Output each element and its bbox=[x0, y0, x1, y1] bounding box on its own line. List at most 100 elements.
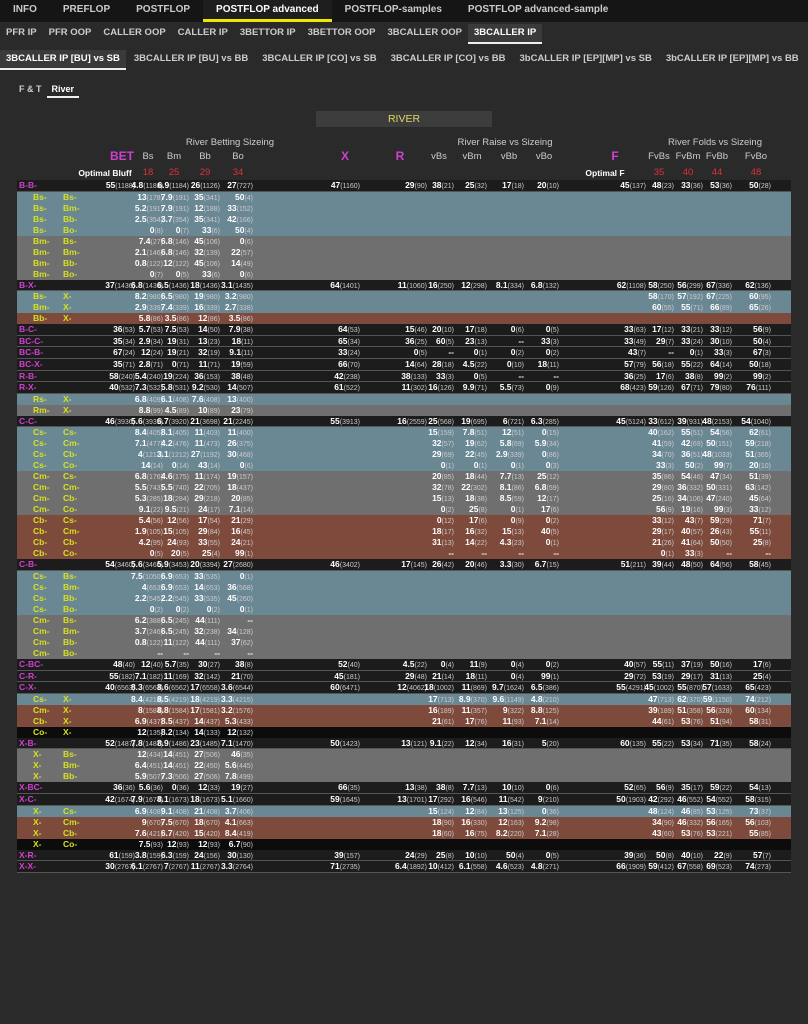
stat-cell: 48(2153) bbox=[702, 415, 732, 426]
hand-class: X- bbox=[63, 704, 72, 715]
table-row: C-R- 55(182) 7.1(182) 11(169) 32(142) 21(70) 4… bbox=[17, 670, 791, 683]
top-tab-2[interactable]: POSTFLOP bbox=[123, 0, 203, 22]
hand-class: Bb- bbox=[63, 257, 78, 268]
line-label: B-X- bbox=[19, 279, 37, 290]
table-row: Cs- X- 8.4(4219) 8.5(4219) 18(4219) 3.3(4215)… bbox=[17, 693, 791, 705]
top-tab-1[interactable]: PREFLOP bbox=[50, 0, 123, 22]
stat-cell: 64(56) bbox=[710, 559, 732, 570]
matchup-tab-0[interactable]: 3BCALLER IP [BU] vs SB bbox=[0, 50, 126, 70]
r-header: R bbox=[395, 149, 405, 163]
hand-class: X- bbox=[63, 302, 72, 313]
table-row: Cs- Cs- 8.4(405) 8.1(405) 11(403) 11(400) 15(1… bbox=[17, 427, 791, 439]
matchup-tab-3[interactable]: 3BCALLER IP [CO] vs BB bbox=[385, 50, 512, 70]
hand-class: Bm- bbox=[63, 625, 80, 636]
table-row: Rm- X- 8.8(99) 4.5(89) 10(89) 23(79) bbox=[17, 404, 791, 416]
table-row: X-B- 52(1487) 7.8(1487) 8.9(1486) 23(1485) 7.… bbox=[17, 737, 791, 750]
hand-class: Cm- bbox=[63, 438, 80, 449]
table-row: R-B- 58(240) 5.4(240) 19(224) 36(153) 38(48) 4… bbox=[17, 370, 791, 383]
col-header: Bb bbox=[199, 151, 211, 162]
table-row: C-BC- 48(40) 12(40) 5.7(35) 30(27) 38(8) 52(40… bbox=[17, 658, 791, 671]
stat-cell: 57(7) bbox=[752, 849, 771, 860]
position-tab-1[interactable]: PFR OOP bbox=[43, 24, 98, 44]
table-row: Cm- Co- 9.1(22) 9.5(21) 24(17) 7.1(14) 0(2) 25(… bbox=[17, 504, 791, 516]
stat-cell: 3.1(1435) bbox=[220, 279, 253, 290]
street-tab-1[interactable]: River bbox=[46, 82, 80, 98]
table-row: Cm- Bm- 3.7(246) 6.5(245) 32(238) 34(128) bbox=[17, 625, 791, 637]
table-row: Bs- Bm- 5.2(191) 7.9(191) 12(188) 33(152) bbox=[17, 202, 791, 214]
stat-cell: 9(210) bbox=[537, 793, 559, 804]
position-tab-0[interactable]: PFR IP bbox=[0, 24, 43, 44]
hand-class: Bs- bbox=[33, 291, 47, 302]
position-tab-7[interactable]: 3BCALLER IP bbox=[467, 24, 543, 44]
table-row: Cb- Cm- 1.9(105) 15(105) 29(84) 16(45) 18(17) 1… bbox=[17, 526, 791, 538]
col-header: FvBs bbox=[648, 151, 670, 162]
hand-class: Bs- bbox=[33, 191, 47, 202]
line-label: BC-B- bbox=[19, 347, 44, 358]
position-tab-5[interactable]: 3BETTOR OOP bbox=[302, 24, 382, 44]
matchup-tab-2[interactable]: 3BCALLER IP [CO] vs SB bbox=[256, 50, 382, 70]
position-tab-2[interactable]: CALLER OOP bbox=[97, 24, 171, 44]
line-label: X-B- bbox=[19, 737, 37, 748]
top-tab-3[interactable]: POSTFLOP advanced bbox=[203, 0, 332, 22]
line-label: C-B- bbox=[19, 559, 37, 570]
line-label: R-X- bbox=[19, 382, 37, 393]
stat-cell: 27(2680) bbox=[223, 559, 253, 570]
col-header: FvBm bbox=[675, 151, 701, 162]
stat-cell: 38(48) bbox=[231, 370, 253, 381]
stat-cell: 22(9) bbox=[713, 849, 732, 860]
stat-cell: 19(27) bbox=[231, 782, 253, 793]
table-row: Bm- Bm- 2.1(146) 6.8(146) 32(139) 22(57) bbox=[17, 246, 791, 258]
col-header: vBm bbox=[462, 151, 482, 162]
size-value: 40 bbox=[682, 167, 694, 178]
stat-cell: 60(6471) bbox=[330, 682, 360, 693]
position-tab-6[interactable]: 3BCALLER OOP bbox=[382, 24, 468, 44]
table-row: R-X- 40(532) 7.3(532) 5.8(531) 9.2(530) 14(50… bbox=[17, 382, 791, 394]
table-row: BC-C- 35(34) 2.9(34) 19(31) 13(23) 18(11) 65(3… bbox=[17, 335, 791, 348]
hand-class: Bo- bbox=[63, 647, 78, 658]
hand-class: Cm- bbox=[33, 482, 50, 493]
table-row: Bs- Bs- 13(178) 7.9(191) 35(341) 50(4) bbox=[17, 191, 791, 203]
matchup-tab-4[interactable]: 3bCALLER IP [EP][MP] vs SB bbox=[514, 50, 658, 70]
hand-class: Cs- bbox=[33, 603, 47, 614]
hand-class: X- bbox=[33, 771, 42, 782]
stat-cell: 6.5(386) bbox=[530, 682, 559, 693]
col-header: vBo bbox=[535, 151, 553, 162]
stat-cell: 57(1633) bbox=[702, 682, 732, 693]
hand-class: Cb- bbox=[33, 715, 48, 726]
hand-class: Cb- bbox=[33, 537, 48, 548]
hand-class: X- bbox=[33, 816, 42, 827]
hand-class: Co- bbox=[63, 838, 78, 849]
stat-cell: 46(3402) bbox=[330, 559, 360, 570]
position-tab-3[interactable]: CALLER IP bbox=[172, 24, 234, 44]
table-row: Cm- Bo- -- -- -- -- bbox=[17, 647, 791, 659]
position-nav: PFR IP PFR OOP CALLER OOP CALLER IP 3BETTOR … bbox=[0, 24, 808, 44]
stat-cell: 99(1) bbox=[540, 670, 559, 681]
hand-class: Cs- bbox=[33, 438, 47, 449]
stat-cell: 0(2) bbox=[545, 658, 559, 669]
street-tab-0[interactable]: F & T bbox=[14, 82, 47, 98]
size-value: 34 bbox=[232, 167, 244, 178]
hand-class: Bs- bbox=[63, 749, 77, 760]
stat-cell: 45(181) bbox=[334, 670, 360, 681]
top-tab-4[interactable]: POSTFLOP-samples bbox=[332, 0, 455, 22]
top-tab-0[interactable]: INFO bbox=[0, 0, 50, 22]
matchup-tab-1[interactable]: 3BCALLER IP [BU] vs BB bbox=[128, 50, 254, 70]
hand-class: X- bbox=[63, 393, 72, 404]
top-tab-5[interactable]: POSTFLOP advanced-sample bbox=[455, 0, 621, 22]
hand-class: Cb- bbox=[63, 449, 78, 460]
hand-class: Cb- bbox=[33, 515, 48, 526]
table-row: Bm- Bo- 0(7) 0(5) 33(6) 0(6) bbox=[17, 268, 791, 280]
hand-class: Cs- bbox=[33, 693, 47, 704]
table-row: Cs- Bo- 0(2) 0(2) 0(2) 0(1) bbox=[17, 603, 791, 615]
table-row: X-C- 42(1674) 7.9(1674) 8.1(1673) 18(1673) 5.… bbox=[17, 793, 791, 806]
table-row: B-X- 37(1436) 6.8(1436) 6.5(1436) 18(1436) 3.… bbox=[17, 279, 791, 292]
table-row: Cb- Cb- 4.2(95) 24(93) 33(55) 24(21) 31(13) 14(… bbox=[17, 537, 791, 549]
stat-cell: 6.3(285) bbox=[530, 415, 559, 426]
stat-cell: 21(2245) bbox=[223, 415, 253, 426]
stat-cell: 74(273) bbox=[745, 861, 771, 872]
table-row: Bm- X- 2.9(339) 7.4(339) 16(339) 2.7(338) 60(5… bbox=[17, 302, 791, 314]
hand-class: Rs- bbox=[33, 393, 47, 404]
position-tab-4[interactable]: 3BETTOR IP bbox=[234, 24, 302, 44]
matchup-tab-5[interactable]: 3bCALLER IP [EP][MP] vs BB bbox=[660, 50, 805, 70]
line-label: C-X- bbox=[19, 682, 37, 693]
